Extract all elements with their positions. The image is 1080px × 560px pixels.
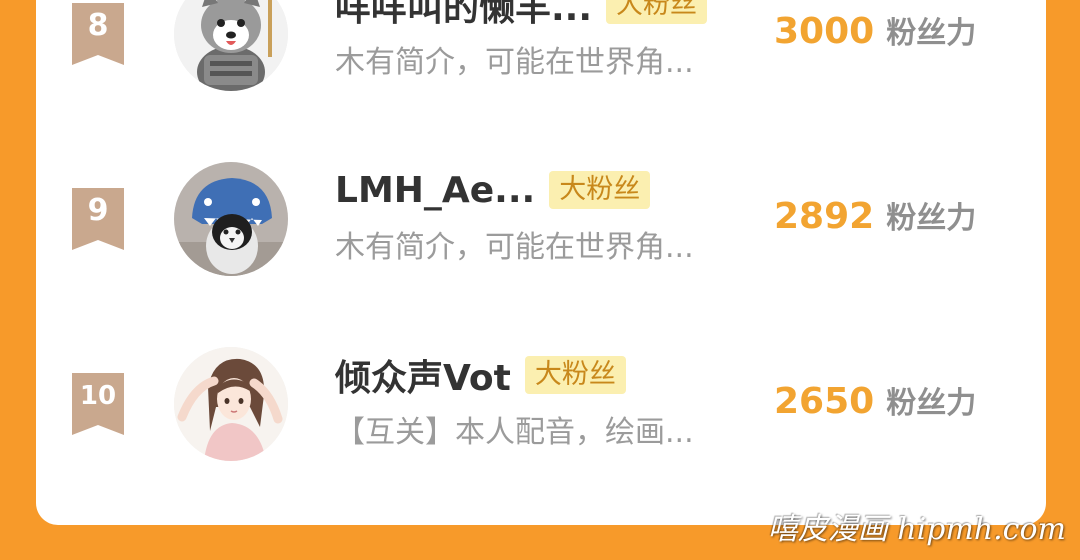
rank-ribbon-icon: 8	[72, 3, 124, 65]
fan-level-badge: 大粉丝	[606, 0, 708, 24]
fan-power-value: 2892	[774, 196, 875, 237]
fan-power-unit: 粉丝力	[886, 386, 977, 421]
ranking-row[interactable]: 10 倾众声Vot 大粉丝 【互关】本人配音，绘画... 2650 粉丝力	[36, 330, 1046, 480]
rank-number: 10	[79, 381, 117, 411]
avatar[interactable]	[174, 162, 288, 276]
penguin-shark-hood-avatar-icon	[174, 162, 288, 276]
fan-level-badge: 大粉丝	[524, 356, 626, 394]
user-name[interactable]: 咩咩叫的懒羊...	[335, 0, 592, 31]
fan-power-value: 2650	[774, 381, 875, 422]
fan-level-badge: 大粉丝	[549, 171, 651, 209]
ranking-row[interactable]: 9 LMH_Ae... 大粉丝 木有简介，可能在世界角... 2892 粉丝力	[36, 145, 1046, 295]
fan-power-score: 3000 粉丝力	[774, 8, 976, 52]
avatar[interactable]	[174, 0, 288, 91]
anime-girl-avatar-icon	[174, 347, 288, 461]
armored-husky-avatar-icon	[174, 0, 288, 91]
fan-power-unit: 粉丝力	[886, 16, 977, 51]
user-name[interactable]: 倾众声Vot	[335, 349, 511, 401]
user-intro: 木有简介，可能在世界角...	[335, 230, 694, 265]
fan-power-unit: 粉丝力	[886, 201, 977, 236]
user-name[interactable]: LMH_Ae...	[335, 170, 535, 211]
avatar[interactable]	[174, 347, 288, 461]
fan-power-value: 3000	[774, 11, 875, 52]
site-watermark: 嘻皮漫画 hipmh.com	[767, 512, 1066, 547]
ranking-row[interactable]: 8 咩咩叫的懒羊... 大粉丝 木有简介，可能在世界角... 3000 粉丝力	[36, 0, 1046, 110]
user-intro: 【互关】本人配音，绘画...	[335, 415, 694, 450]
rank-ribbon-icon: 9	[72, 188, 124, 250]
rank-number: 8	[87, 8, 109, 43]
fan-power-score: 2892 粉丝力	[774, 193, 976, 237]
rank-ribbon-icon: 10	[72, 373, 124, 435]
fan-ranking-card: 8 咩咩叫的懒羊... 大粉丝 木有简介，可能在世界角... 3000 粉丝力 …	[36, 0, 1046, 525]
fan-power-score: 2650 粉丝力	[774, 378, 976, 422]
user-intro: 木有简介，可能在世界角...	[335, 45, 694, 80]
rank-number: 9	[87, 193, 109, 228]
